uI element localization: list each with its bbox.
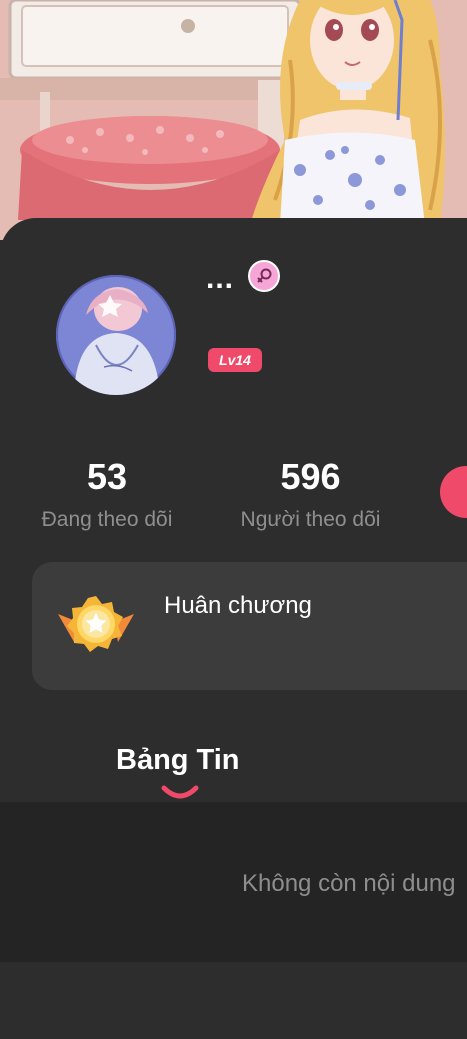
followers-count: 596 xyxy=(280,456,341,497)
followers-stat[interactable]: 596 Người theo dõi xyxy=(228,457,393,533)
following-label: Đang theo dõi xyxy=(41,508,173,531)
profile-banner-image xyxy=(0,0,467,240)
level-badge: Lv14 xyxy=(208,348,262,372)
username: ... xyxy=(206,262,235,295)
avatar-image xyxy=(56,275,176,395)
following-count: 53 xyxy=(86,456,128,497)
following-stat[interactable]: 53 Đang theo dõi xyxy=(28,457,186,533)
medal-icon xyxy=(56,592,136,660)
bottom-area xyxy=(0,962,467,1039)
avatar[interactable] xyxy=(56,275,176,395)
profile-screen: ... Lv14 53 Đang theo dõi 596 Người theo… xyxy=(0,0,467,1039)
feed-empty-message: Không còn nội dung xyxy=(242,870,456,897)
tab-feed[interactable]: Bảng Tin xyxy=(116,742,240,778)
female-icon xyxy=(248,260,280,292)
followers-label: Người theo dõi xyxy=(240,508,381,531)
medals-label: Huân chương xyxy=(164,592,312,619)
